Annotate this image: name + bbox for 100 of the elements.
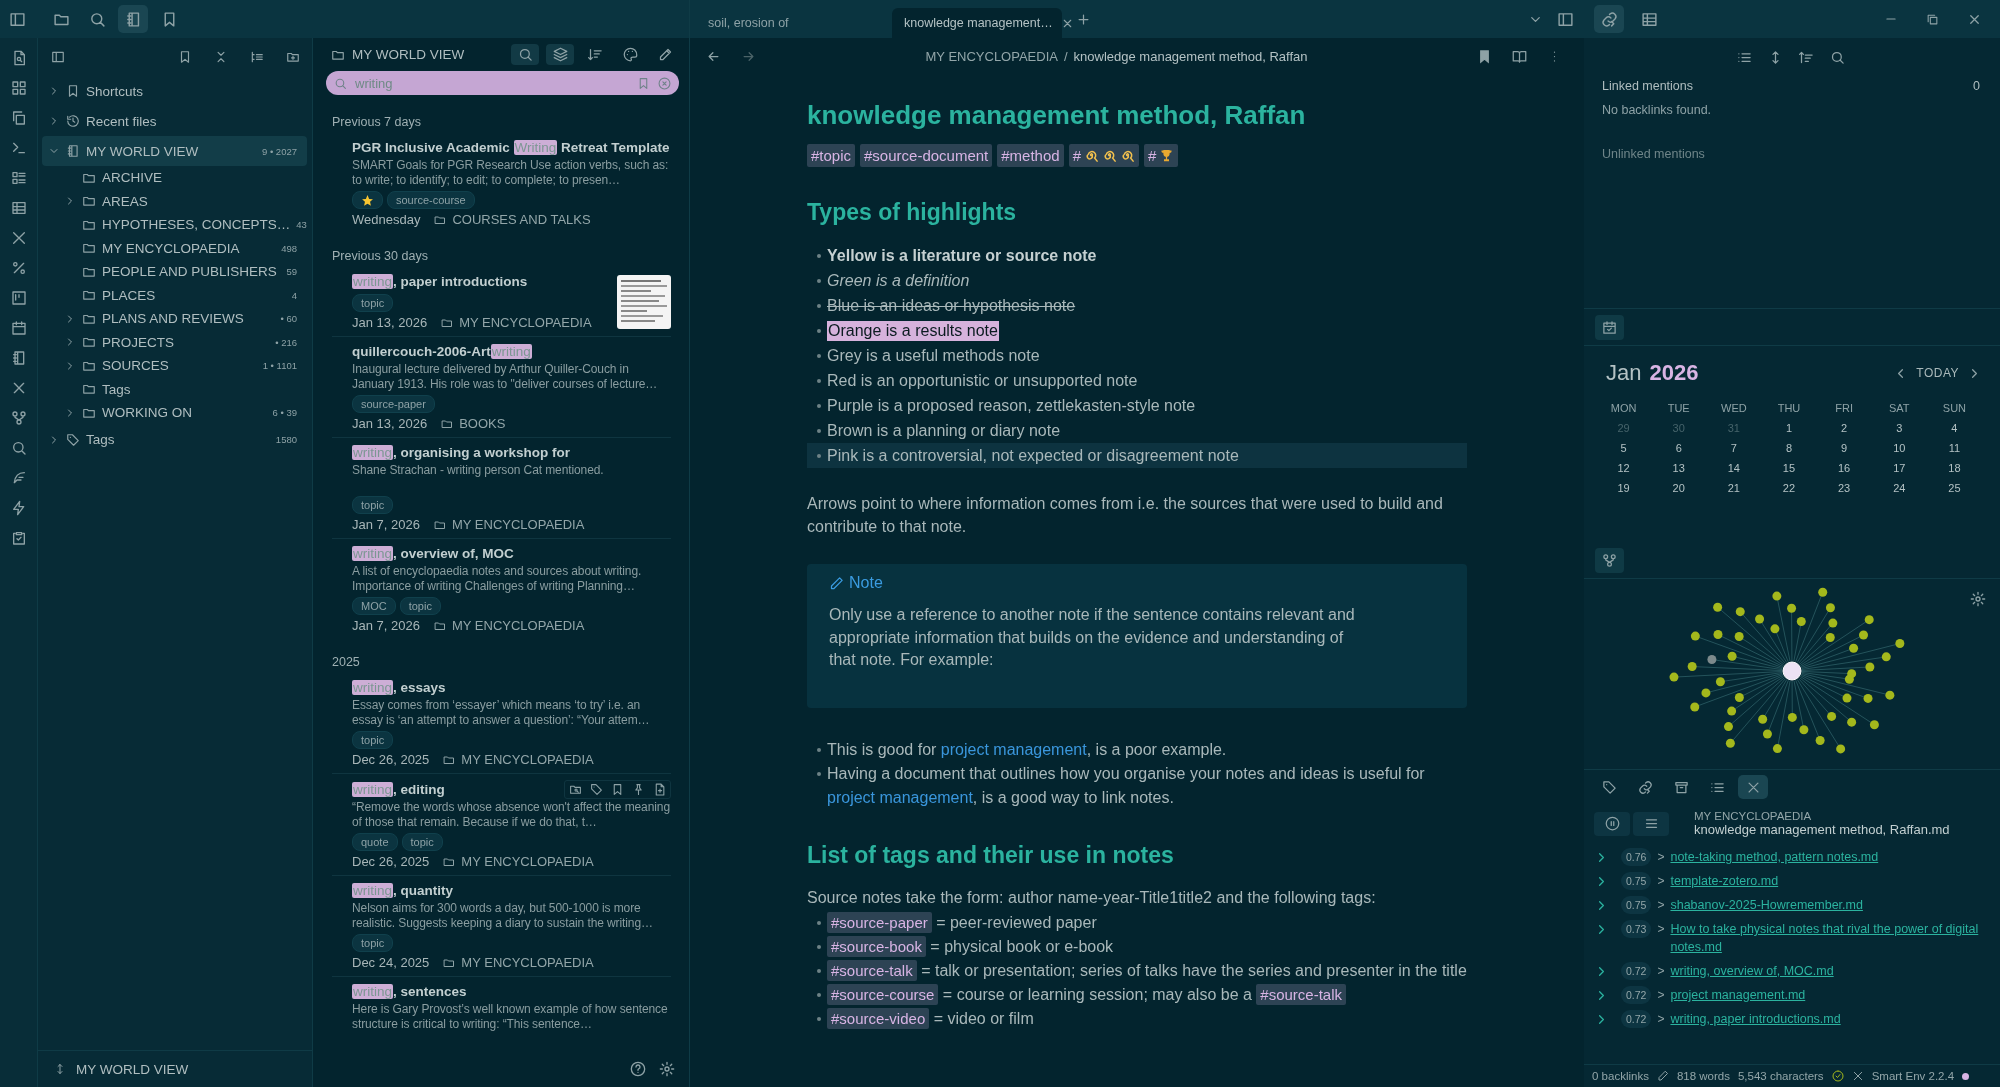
tab-title: knowledge management…: [904, 16, 1053, 30]
calendar-day[interactable]: 15: [1761, 462, 1817, 474]
result-link[interactable]: writing, overview of, MOC.md: [1670, 962, 1834, 980]
calendar-day[interactable]: 17: [1871, 462, 1927, 474]
list-item: Blue is an ideas or hypothesis note: [827, 296, 1076, 315]
section-title[interactable]: Linked mentions: [1602, 79, 1974, 93]
tag[interactable]: #source-paper: [827, 911, 932, 933]
list-item: #source-video = video or film: [807, 1006, 1467, 1031]
tag-pill[interactable]: quote: [352, 833, 398, 851]
tag-pill[interactable]: topic: [352, 496, 394, 514]
tag[interactable]: #: [1068, 144, 1139, 167]
result-link[interactable]: project management.md: [1670, 986, 1806, 1004]
list-item: #source-book = physical book or e-book: [807, 934, 1467, 959]
result-link[interactable]: How to take physical notes that rival the power of digital notes.md: [1670, 920, 1984, 956]
list-item: Red is an opportunistic or unsupported note: [827, 371, 1138, 390]
tree-item[interactable]: Tags 1580: [42, 424, 307, 455]
note-card[interactable]: writing, quantity Nelson aims for 300 words a day, but 500-1000 is more realistic. Suggests keeping a diary to sustain the writing… topic Dec 24, 2025 MY ENCYCLOPAEDIA: [332, 875, 671, 976]
calendar-day[interactable]: 24: [1871, 482, 1927, 494]
tag[interactable]: #topic: [807, 144, 856, 167]
result-link[interactable]: template-zotero.md: [1670, 872, 1779, 890]
tree-item[interactable]: MY WORLD VIEW 9 • 2027: [42, 136, 307, 166]
item-count: 498: [281, 242, 297, 254]
note-card[interactable]: quillercouch-2006-Artwriting Inaugural lecture delivered by Arthur Quiller-Couch in January 1913. His role was to "deliver courses of lecture… source-paper Jan 13, 2026 BOOKS: [332, 336, 671, 437]
note-folder: MY ENCYCLOPAEDIA: [461, 854, 594, 869]
calendar-day[interactable]: 11: [1926, 442, 1982, 454]
tag[interactable]: #source-talk: [827, 959, 917, 981]
folder-item[interactable]: Tags: [42, 377, 307, 401]
folder-item[interactable]: MY ENCYCLOPAEDIA 498: [42, 236, 307, 260]
note-link[interactable]: project management: [827, 788, 973, 806]
note-card[interactable]: writing, sentences Here is Gary Provost’s well known example of how sentence structure is critical to writing: “This sentence…: [332, 976, 671, 1038]
calendar-day[interactable]: 3: [1871, 422, 1927, 434]
folder-item[interactable]: WORKING ON 6 • 39: [42, 401, 307, 425]
folder-item[interactable]: AREAS: [42, 189, 307, 213]
note-card[interactable]: writing, paper introductions topic Jan 13, 2026 MY ENCYCLOPAEDIA: [332, 271, 671, 336]
folder-item[interactable]: ARCHIVE: [42, 166, 307, 190]
calendar-day[interactable]: 23: [1816, 482, 1872, 494]
tag-pill[interactable]: topic: [352, 294, 394, 312]
calendar-day[interactable]: 6: [1651, 442, 1707, 454]
note-link[interactable]: project management: [940, 740, 1087, 758]
tag[interactable]: #source-document: [860, 144, 993, 167]
section-title[interactable]: Unlinked mentions: [1602, 147, 1980, 161]
today-button[interactable]: TODAY: [1916, 366, 1959, 380]
folder-item[interactable]: HYPOTHESES, CONCEPTS… 43: [42, 213, 307, 237]
tag-pill[interactable]: source-course: [387, 191, 475, 209]
vault-switcher[interactable]: MY WORLD VIEW: [76, 1061, 189, 1077]
list-item: Grey is a useful methods note: [827, 346, 1040, 365]
calendar-day[interactable]: 14: [1706, 462, 1762, 474]
tag-pill[interactable]: MOC: [352, 597, 396, 615]
calendar-day[interactable]: 22: [1761, 482, 1817, 494]
tag[interactable]: #source-book: [827, 935, 926, 957]
calendar-day[interactable]: 19: [1596, 482, 1652, 494]
note-card[interactable]: writing, overview of, MOC A list of encyclopaedia notes and sources about writing. Importance of writing Challenges of writing Planning… MOC topic Jan 7, 2026 MY ENCYCLOPAEDIA: [332, 538, 671, 639]
tag-pill[interactable]: topic: [352, 731, 394, 749]
calendar-day[interactable]: 8: [1761, 442, 1817, 454]
calendar-day[interactable]: 1: [1761, 422, 1817, 434]
tag[interactable]: #: [1144, 144, 1179, 167]
calendar-day[interactable]: 25: [1926, 482, 1982, 494]
tag-pill[interactable]: topic: [352, 934, 394, 952]
paragraph: Arrows point to where information comes from i.e. the sources that were used to build and contribute to that note.: [807, 494, 1444, 537]
item-count: 59: [286, 266, 297, 278]
calendar-day[interactable]: 9: [1816, 442, 1872, 454]
calendar-day[interactable]: 20: [1651, 482, 1707, 494]
folder-item[interactable]: PEOPLE AND PUBLISHERS 59: [42, 260, 307, 284]
folder-name: PLACES: [102, 287, 157, 303]
calendar-day[interactable]: 10: [1871, 442, 1927, 454]
folder-item[interactable]: PLANS AND REVIEWS • 60: [42, 307, 307, 331]
tag[interactable]: #method: [997, 144, 1064, 167]
tree-item[interactable]: Recent files: [42, 106, 307, 136]
list-item: Pink is a controversial, not expected or disagreement note: [827, 446, 1239, 465]
tree-item[interactable]: Shortcuts: [42, 76, 307, 106]
result-link[interactable]: shabanov-2025-Howremember.md: [1670, 896, 1863, 914]
calendar-day[interactable]: 12: [1596, 462, 1652, 474]
score-badge: 0.76: [1621, 848, 1652, 866]
calendar-day[interactable]: 4: [1926, 422, 1982, 434]
calendar-day[interactable]: 13: [1651, 462, 1707, 474]
tag[interactable]: #source-video: [827, 1007, 930, 1029]
tag-pill[interactable]: source-paper: [352, 395, 435, 413]
breadcrumb-folder[interactable]: MY ENCYCLOPAEDIA: [925, 48, 1058, 64]
calendar-day[interactable]: 16: [1816, 462, 1872, 474]
calendar-day[interactable]: 2: [1816, 422, 1872, 434]
tag[interactable]: #source-talk: [1256, 983, 1347, 1005]
note-card[interactable]: writing, essays Essay comes from ‘essayer’ which means ‘to try’ i.e. an essay is ‘an attempt to answer a question’: “Your attem… topic Dec 26, 2025 MY ENCYCLOPAEDIA: [332, 677, 671, 773]
result-link[interactable]: note-taking method, pattern notes.md: [1670, 848, 1879, 866]
folder-item[interactable]: SOURCES 1 • 1101: [42, 354, 307, 378]
calendar-day[interactable]: 7: [1706, 442, 1762, 454]
editor-tab[interactable]: soil, erosion of: [696, 8, 878, 38]
note-card[interactable]: writing, editing “Remove the words whose absence won't affect the meaning of those that remain. Because if we do that, t… quote topic Dec 26, 2025 MY ENCYCLOPAEDIA: [332, 773, 671, 875]
folder-item[interactable]: PROJECTS • 216: [42, 330, 307, 354]
note-folder: COURSES AND TALKS: [452, 212, 591, 227]
tag-pill[interactable]: topic: [401, 833, 443, 851]
result-link[interactable]: writing, paper introductions.md: [1670, 1010, 1841, 1028]
calendar-day[interactable]: 21: [1706, 482, 1762, 494]
folder-item[interactable]: PLACES 4: [42, 283, 307, 307]
tag[interactable]: #source-course: [827, 983, 939, 1005]
calendar-day[interactable]: 18: [1926, 462, 1982, 474]
note-card[interactable]: writing, organising a workshop for Shane Strachan - writing person Cat mentioned. topic Jan 7, 2026 MY ENCYCLOPAEDIA: [332, 437, 671, 538]
calendar-day[interactable]: 5: [1596, 442, 1652, 454]
tag-pill[interactable]: topic: [399, 597, 441, 615]
plugin-status[interactable]: Smart Env 2.2.4: [1871, 1070, 1955, 1082]
folder-name: WORKING ON: [102, 405, 193, 421]
